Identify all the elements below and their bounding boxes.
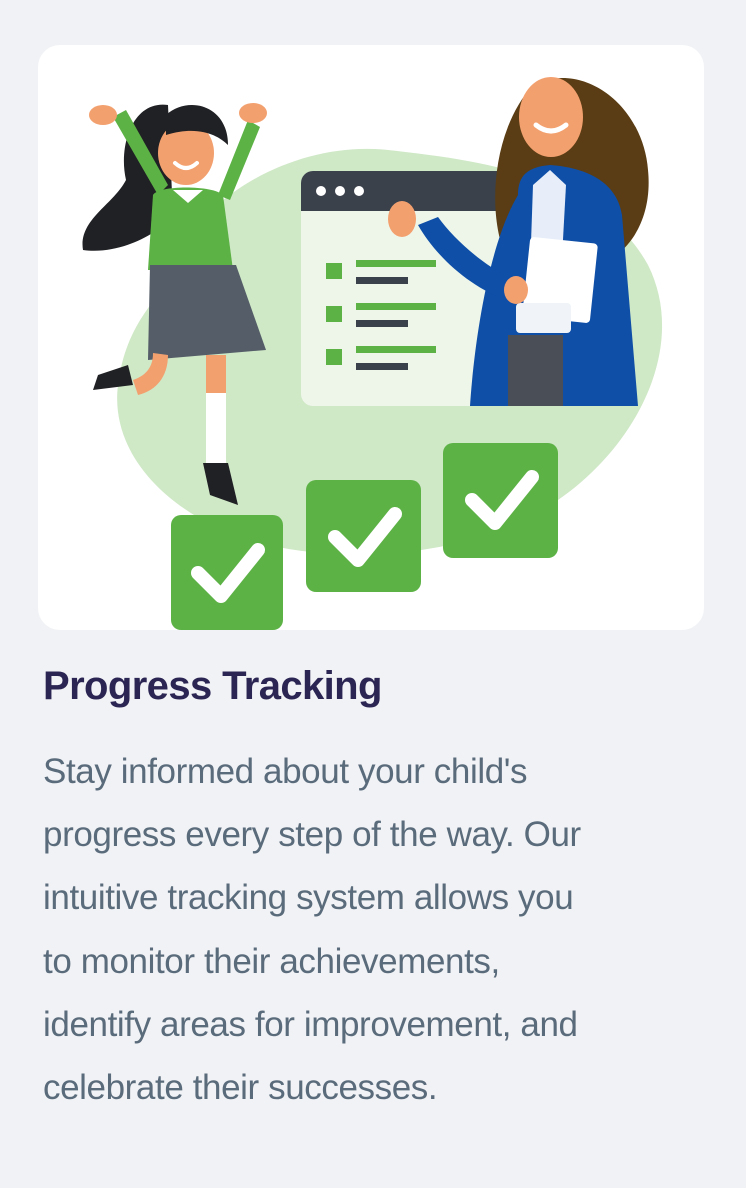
card-description: Stay informed about your child's progres… [43,740,723,1119]
check-icon [443,443,558,558]
feature-illustration [38,45,704,630]
description-line: intuitive tracking system allows you [43,878,574,918]
description-line: progress every step of the way. Our [43,815,581,855]
card-title: Progress Tracking [43,664,382,708]
description-line: identify areas for improvement, and [43,1004,578,1044]
description-line: celebrate their successes. [43,1068,438,1108]
description-line: to monitor their achievements, [43,941,500,981]
feature-card: Progress Tracking Stay informed about yo… [0,0,746,1188]
check-icon [306,480,421,592]
window-dots-icon [316,186,364,196]
description-line: Stay informed about your child's [43,752,528,791]
check-icon [171,515,283,630]
progress-tracking-illustration [82,77,663,630]
